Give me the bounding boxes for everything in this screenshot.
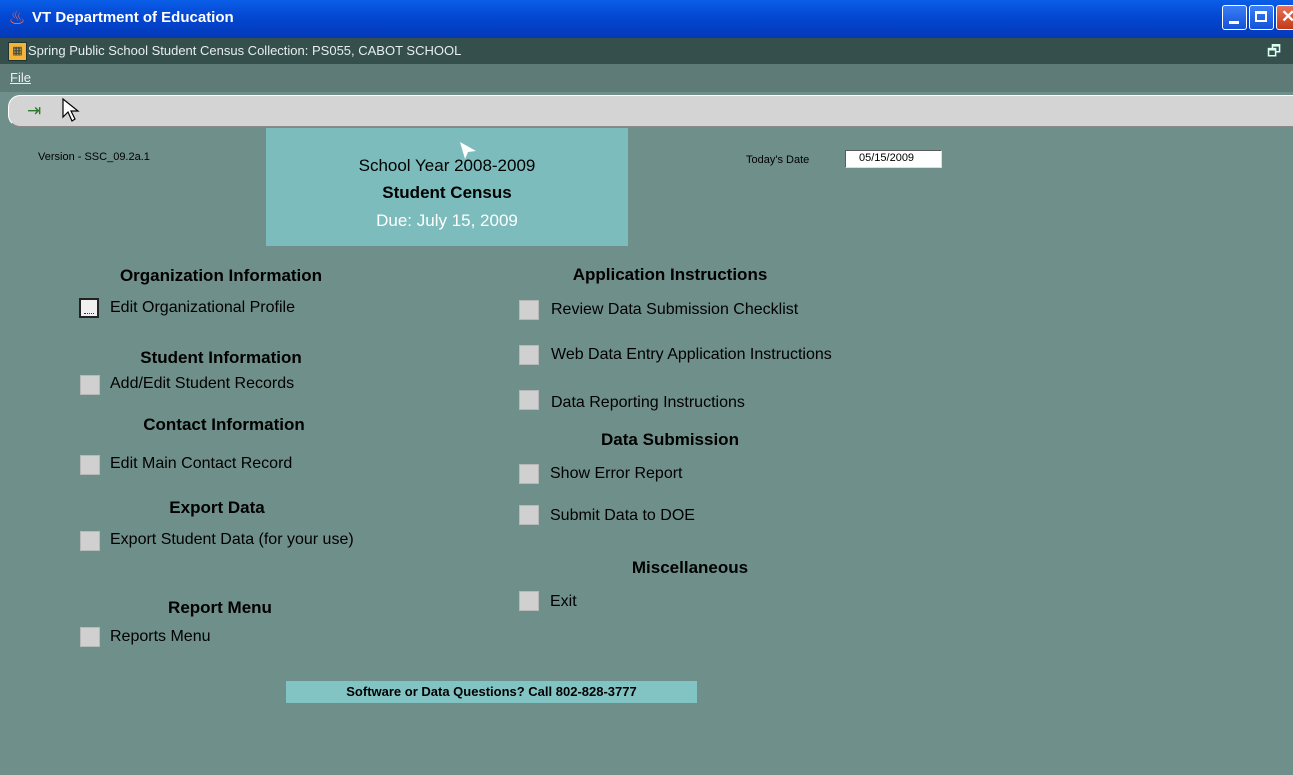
export-heading: Export Data: [169, 498, 265, 517]
export-student-data-button[interactable]: [80, 531, 100, 551]
exit-door-icon[interactable]: ⇥: [27, 101, 47, 121]
maximize-button[interactable]: [1249, 5, 1274, 30]
menu-bar: File: [0, 64, 1293, 92]
exit-button[interactable]: [519, 591, 539, 611]
reports-menu-label: Reports Menu: [110, 628, 211, 645]
export-student-data-label: Export Student Data (for your use): [110, 531, 354, 548]
edit-org-profile-label: Edit Organizational Profile: [110, 299, 295, 316]
form-icon: ▦: [8, 42, 27, 61]
reports-menu-button[interactable]: [80, 627, 100, 647]
today-label: Today's Date: [746, 154, 810, 166]
minimize-button[interactable]: [1222, 5, 1247, 30]
submit-data-button[interactable]: [519, 505, 539, 525]
app-instructions-heading: Application Instructions: [572, 265, 768, 284]
reporting-instructions-button[interactable]: [519, 390, 539, 410]
show-error-report-button[interactable]: [519, 464, 539, 484]
minimize-icon: [1229, 21, 1239, 24]
edit-org-profile-button[interactable]: [79, 298, 99, 318]
submit-data-label: Submit Data to DOE: [550, 507, 695, 524]
web-instructions-label: Web Data Entry Application Instructions: [551, 346, 832, 363]
web-instructions-button[interactable]: [519, 345, 539, 365]
today-date-field[interactable]: 05/15/2009: [845, 150, 942, 168]
window-titlebar: ♨ VT Department of Education ✕: [0, 0, 1293, 38]
toolbar: ⇥: [8, 95, 1293, 127]
app-icon: ♨: [8, 8, 26, 29]
report-heading: Report Menu: [168, 598, 272, 617]
window-title: VT Department of Education: [32, 9, 234, 26]
help-banner: Software or Data Questions? Call 802-828…: [286, 681, 697, 703]
menu-file[interactable]: File: [10, 70, 31, 85]
checklist-button[interactable]: [519, 300, 539, 320]
mouse-cursor-icon: [62, 97, 80, 122]
exit-label: Exit: [550, 593, 577, 610]
add-edit-students-button[interactable]: [80, 375, 100, 395]
reporting-instructions-label: Data Reporting Instructions: [551, 394, 745, 411]
pointer-arrow-icon: [460, 142, 476, 159]
restore-icon[interactable]: 🗗: [1267, 41, 1281, 66]
student-heading: Student Information: [140, 348, 302, 367]
due-date: Due: July 15, 2009: [376, 211, 518, 230]
census-title: Student Census: [382, 183, 512, 202]
maximize-icon: [1255, 11, 1267, 22]
close-button[interactable]: ✕: [1276, 5, 1293, 30]
edit-contact-label: Edit Main Contact Record: [110, 455, 293, 472]
misc-heading: Miscellaneous: [631, 558, 749, 577]
edit-contact-button[interactable]: [80, 455, 100, 475]
data-submission-heading: Data Submission: [601, 430, 739, 449]
header-banner: School Year 2008-2009 Student Census Due…: [266, 128, 628, 246]
checklist-label: Review Data Submission Checklist: [551, 301, 799, 318]
school-year: School Year 2008-2009: [358, 156, 536, 175]
org-heading: Organization Information: [119, 266, 323, 285]
add-edit-students-label: Add/Edit Student Records: [110, 375, 295, 392]
version-label: Version - SSC_09.2a.1: [38, 151, 150, 163]
close-icon: ✕: [1281, 7, 1293, 26]
form-title: Spring Public School Student Census Coll…: [28, 43, 462, 58]
form-titlebar: ▦ Spring Public School Student Census Co…: [0, 38, 1293, 64]
contact-heading: Contact Information: [143, 415, 305, 434]
show-error-report-label: Show Error Report: [550, 465, 683, 482]
